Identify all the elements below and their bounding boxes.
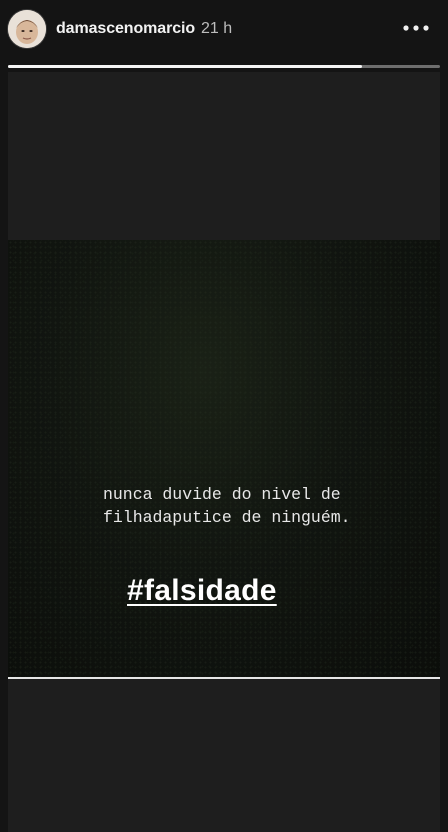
avatar[interactable] bbox=[8, 10, 46, 48]
story-image: nunca duvide do nivel de filhadaputice d… bbox=[8, 240, 440, 678]
username[interactable]: damascenomarcio bbox=[56, 20, 195, 38]
more-options-button[interactable] bbox=[400, 16, 432, 40]
image-texture bbox=[8, 240, 440, 678]
image-bottom-border bbox=[8, 677, 440, 679]
story-header: damascenomarcio 21 h bbox=[0, 0, 448, 60]
quote-line-2: filhadaputice de ninguém. bbox=[103, 508, 351, 527]
story-progress-bar bbox=[8, 65, 440, 68]
more-horizontal-icon bbox=[403, 25, 429, 31]
hashtag-sticker[interactable]: #falsidade bbox=[127, 574, 277, 608]
avatar-photo bbox=[8, 10, 46, 48]
story-progress-fill bbox=[8, 65, 363, 68]
timestamp: 21 h bbox=[201, 20, 233, 37]
quote-line-1: nunca duvide do nivel de bbox=[103, 485, 341, 504]
quote-text: nunca duvide do nivel de filhadaputice d… bbox=[103, 483, 440, 529]
